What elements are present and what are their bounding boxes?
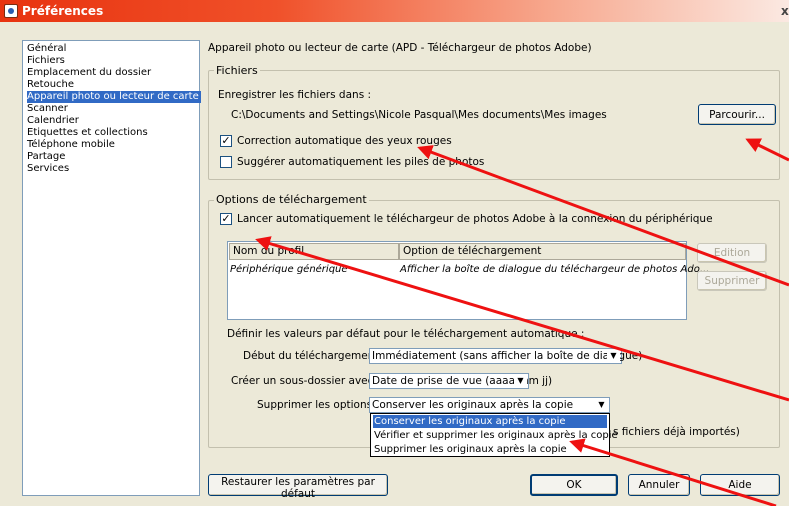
nav-item-editing[interactable]: Retouche [27,79,74,91]
auto-launch-label: Lancer automatiquement le téléchargeur d… [237,213,713,225]
browse-button[interactable]: Parcourir... [698,104,776,125]
nav-item-sharing[interactable]: Partage [27,151,65,163]
delete-profile-button[interactable]: Supprimer [697,271,767,291]
cancel-button[interactable]: Annuler [628,474,690,496]
chevron-down-icon[interactable]: ▼ [607,350,620,362]
chevron-down-icon[interactable]: ▼ [514,375,527,387]
nav-item-general[interactable]: Général [27,43,66,55]
defaults-label: Définir les valeurs par défaut pour le t… [227,328,585,340]
auto-launch-checkbox[interactable]: ✓ [220,213,232,225]
edit-button[interactable]: Edition [697,243,767,263]
title-bar: Préférences x [0,0,789,22]
close-icon[interactable]: x [781,4,789,18]
restore-defaults-button[interactable]: Restaurer les paramètres par défaut [208,474,388,500]
nav-item-tags-collections[interactable]: Etiquettes et collections [27,127,148,139]
ok-button[interactable]: OK [530,474,618,496]
chevron-down-icon[interactable]: ▼ [595,399,608,411]
partial-hidden-text: s fichiers déjà importés) [613,426,740,438]
red-eye-label: Correction automatique des yeux rouges [237,135,452,147]
nav-item-mobile-phone[interactable]: Téléphone mobile [27,139,115,151]
delete-options-value: Conserver les originaux après la copie [372,399,574,411]
nav-item-scanner[interactable]: Scanner [27,103,68,115]
preferences-nav-list[interactable]: Général Fichiers Emplacement du dossier … [22,40,201,496]
table-cell-option[interactable]: Afficher la boîte de dialogue du télécha… [400,264,709,275]
column-header-download-option[interactable]: Option de téléchargement [399,243,686,260]
red-eye-checkbox[interactable]: ✓ [220,135,232,147]
panel-title: Appareil photo ou lecteur de carte (APD … [208,42,592,54]
nav-item-calendar[interactable]: Calendrier [27,115,79,127]
start-download-value: Immédiatement (sans afficher la boîte de… [372,350,643,362]
app-icon [4,4,18,18]
start-download-select[interactable]: Immédiatement (sans afficher la boîte de… [369,348,642,364]
delete-options-dropdown[interactable]: Conserver les originaux après la copie V… [370,413,618,457]
dropdown-option-verify-delete[interactable]: Vérifier et supprimer les originaux aprè… [373,429,618,442]
delete-options-label: Supprimer les options : [257,399,379,411]
nav-item-services[interactable]: Services [27,163,69,175]
table-cell-profile[interactable]: Périphérique générique [230,264,348,275]
subfolder-select[interactable]: Date de prise de vue (aaaa mm jj) ▼ [369,373,552,389]
download-options-legend: Options de téléchargement [214,193,369,206]
column-header-profile-name[interactable]: Nom du profil [229,243,399,260]
window-title: Préférences [22,4,104,18]
dropdown-option-keep[interactable]: Conserver les originaux après la copie [373,415,607,428]
suggest-stacks-checkbox[interactable] [220,156,232,168]
dropdown-option-delete[interactable]: Supprimer les originaux après la copie [373,443,607,456]
subfolder-label: Créer un sous-dossier avec : [231,375,381,387]
save-files-label: Enregistrer les fichiers dans : [218,89,372,101]
start-download-label: Début du téléchargement : [243,350,386,362]
nav-item-files[interactable]: Fichiers [27,55,65,67]
profile-table[interactable]: Nom du profil Option de téléchargement P… [227,241,709,320]
files-group-legend: Fichiers [214,64,260,77]
suggest-stacks-label: Suggérer automatiquement les piles de ph… [237,156,485,168]
nav-item-camera-card-reader[interactable]: Appareil photo ou lecteur de carte [27,91,201,103]
save-path-value: C:\Documents and Settings\Nicole Pasqual… [231,109,607,121]
delete-options-select[interactable]: Conserver les originaux après la copie ▼ [369,397,610,413]
nav-item-folder-location[interactable]: Emplacement du dossier [27,67,151,79]
help-button[interactable]: Aide [700,474,780,496]
